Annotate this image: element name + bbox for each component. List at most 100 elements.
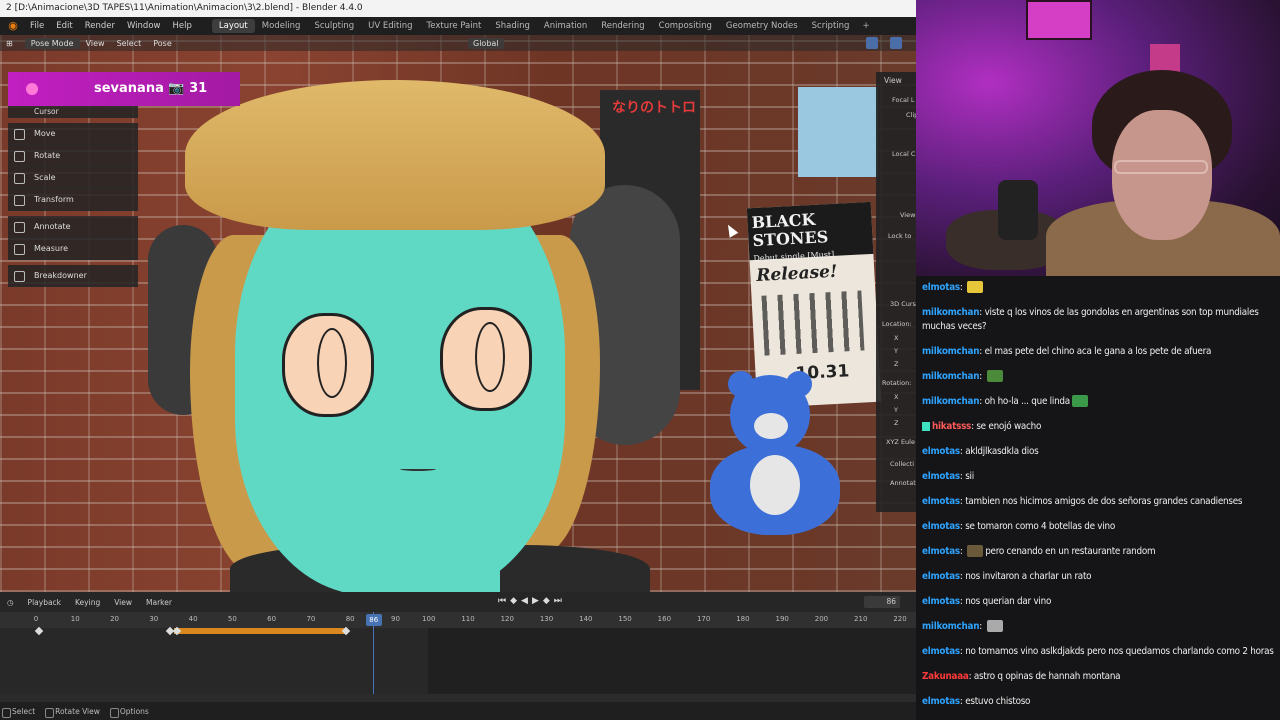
- keyframe[interactable]: [34, 626, 44, 636]
- editor-type-icon[interactable]: ⊞: [0, 39, 19, 48]
- chat-username[interactable]: hikatsss: [932, 421, 971, 432]
- n-annotations[interactable]: Annotat: [890, 479, 916, 487]
- tab-layout[interactable]: Layout: [211, 19, 255, 33]
- tab-shading[interactable]: Shading: [488, 19, 537, 33]
- blender-logo-icon[interactable]: ◉: [6, 20, 20, 32]
- chat-username[interactable]: elmotas: [922, 596, 960, 607]
- n-rot-z[interactable]: Z: [894, 419, 898, 427]
- play-reverse-icon[interactable]: ◀: [521, 596, 528, 606]
- menu-render[interactable]: Render: [79, 21, 121, 31]
- menu-window[interactable]: Window: [121, 21, 167, 31]
- menu-file[interactable]: File: [24, 21, 50, 31]
- n-euler-mode[interactable]: XYZ Eule: [886, 438, 915, 446]
- pupil-left: [317, 328, 347, 398]
- menu-edit[interactable]: Edit: [50, 21, 78, 31]
- ruler-tick-label: 210: [854, 615, 868, 623]
- playback-controls: ⏮ ◆ ◀ ▶ ◆ ⏭: [498, 596, 562, 606]
- xray-toggle-icon[interactable]: [890, 37, 902, 49]
- chat-message: elmotas: pero cenando en un restaurante …: [922, 545, 1274, 559]
- mode-dropdown[interactable]: Pose Mode: [24, 37, 80, 49]
- timeline-editor-icon[interactable]: ◷: [0, 598, 21, 607]
- n-loc-x[interactable]: X: [894, 334, 898, 342]
- tool-measure[interactable]: Measure: [8, 238, 138, 260]
- ruler-tick-label: 100: [422, 615, 436, 623]
- chat-username[interactable]: milkomchan: [922, 371, 980, 382]
- chat-username[interactable]: elmotas: [922, 471, 960, 482]
- tool-transform[interactable]: Transform: [8, 189, 138, 211]
- tab-animation[interactable]: Animation: [537, 19, 594, 33]
- frame-ruler[interactable]: 0 10 20 30 40 50 60 70 80 90 100 110 120 130 140 150 160…: [0, 612, 916, 628]
- menu-playback[interactable]: Playback: [21, 598, 68, 607]
- n-rot-x[interactable]: X: [894, 393, 898, 401]
- chat-username[interactable]: elmotas: [922, 446, 960, 457]
- banner-text: sevanana 📷 31: [94, 81, 208, 96]
- n-view-section[interactable]: View: [900, 211, 915, 219]
- tab-compositing[interactable]: Compositing: [652, 19, 719, 33]
- chat-username[interactable]: elmotas: [922, 521, 960, 532]
- chat-username[interactable]: milkomchan: [922, 346, 980, 357]
- next-key-icon[interactable]: ◆: [543, 596, 550, 606]
- chat-username[interactable]: elmotas: [922, 546, 960, 557]
- transform-orientation-dropdown[interactable]: Global: [468, 37, 504, 49]
- chat-username[interactable]: Zakunaaa: [922, 671, 969, 682]
- n-tab-view[interactable]: View: [884, 76, 902, 85]
- play-icon[interactable]: ▶: [532, 596, 539, 606]
- chat-message: elmotas:: [922, 281, 1274, 295]
- ruler-tick-label: 120: [500, 615, 514, 623]
- timeline-editor: ◷ Playback Keying View Marker ⏮ ◆ ◀ ▶ ◆ …: [0, 592, 916, 702]
- tool-breakdowner[interactable]: Breakdowner: [8, 265, 138, 287]
- 3d-viewport[interactable]: なりのトトロ BLACK STONES Debut single [Must] …: [0, 35, 916, 592]
- character-hair[interactable]: [185, 80, 605, 230]
- add-workspace-icon[interactable]: +: [856, 21, 875, 31]
- chat-username[interactable]: milkomchan: [922, 621, 980, 632]
- menu-help[interactable]: Help: [166, 21, 197, 31]
- tab-texture-paint[interactable]: Texture Paint: [420, 19, 489, 33]
- tool-rotate[interactable]: Rotate: [8, 145, 138, 167]
- playhead[interactable]: [373, 612, 374, 694]
- current-frame-field[interactable]: 86: [864, 596, 900, 608]
- menu-view[interactable]: View: [80, 39, 111, 48]
- totoro-poster-text: なりのトトロ: [612, 100, 696, 116]
- overlay-toggle-icon[interactable]: [866, 37, 878, 49]
- tool-transform-label: Transform: [34, 195, 74, 204]
- tool-annotate[interactable]: Annotate: [8, 216, 138, 238]
- n-rot-y[interactable]: Y: [894, 406, 898, 414]
- n-loc-z[interactable]: Z: [894, 360, 898, 368]
- chat-username[interactable]: elmotas: [922, 282, 960, 293]
- tool-cursor[interactable]: Cursor: [8, 106, 138, 118]
- jump-end-icon[interactable]: ⏭: [554, 596, 562, 606]
- menu-keying[interactable]: Keying: [68, 598, 107, 607]
- chat-message: milkomchan: viste q los vinos de las gon…: [922, 306, 1274, 334]
- keyframe-range-bar[interactable]: [174, 628, 346, 634]
- tab-scripting[interactable]: Scripting: [805, 19, 857, 33]
- tool-scale[interactable]: Scale: [8, 167, 138, 189]
- tab-rendering[interactable]: Rendering: [594, 19, 651, 33]
- tool-measure-label: Measure: [34, 244, 68, 253]
- chat-username[interactable]: elmotas: [922, 496, 960, 507]
- menu-select[interactable]: Select: [111, 39, 148, 48]
- chat-message: elmotas: sii: [922, 470, 1274, 484]
- n-collections[interactable]: Collecti: [890, 460, 914, 468]
- jump-start-icon[interactable]: ⏮: [498, 596, 506, 606]
- chat-message: hikatsss: se enojó wacho: [922, 420, 1274, 434]
- chat-username[interactable]: milkomchan: [922, 307, 980, 318]
- ruler-tick-label: 90: [390, 615, 400, 623]
- tab-modeling[interactable]: Modeling: [255, 19, 308, 33]
- chat-username[interactable]: elmotas: [922, 571, 960, 582]
- prev-key-icon[interactable]: ◆: [510, 596, 517, 606]
- chat-username[interactable]: milkomchan: [922, 396, 980, 407]
- menu-pose[interactable]: Pose: [147, 39, 178, 48]
- menu-marker[interactable]: Marker: [139, 598, 179, 607]
- tool-move[interactable]: Move: [8, 123, 138, 145]
- keyframe-area[interactable]: [0, 612, 916, 694]
- n-3d-cursor[interactable]: 3D Curs: [890, 300, 916, 308]
- tab-sculpting[interactable]: Sculpting: [307, 19, 361, 33]
- menu-timeline-view[interactable]: View: [107, 598, 139, 607]
- poster-title-text: BLACK STONES: [751, 209, 829, 251]
- n-loc-y[interactable]: Y: [894, 347, 898, 355]
- n-focal: Focal L: [892, 96, 915, 104]
- tab-uv-editing[interactable]: UV Editing: [361, 19, 419, 33]
- tab-geometry-nodes[interactable]: Geometry Nodes: [719, 19, 805, 33]
- chat-username[interactable]: elmotas: [922, 696, 960, 707]
- chat-username[interactable]: elmotas: [922, 646, 960, 657]
